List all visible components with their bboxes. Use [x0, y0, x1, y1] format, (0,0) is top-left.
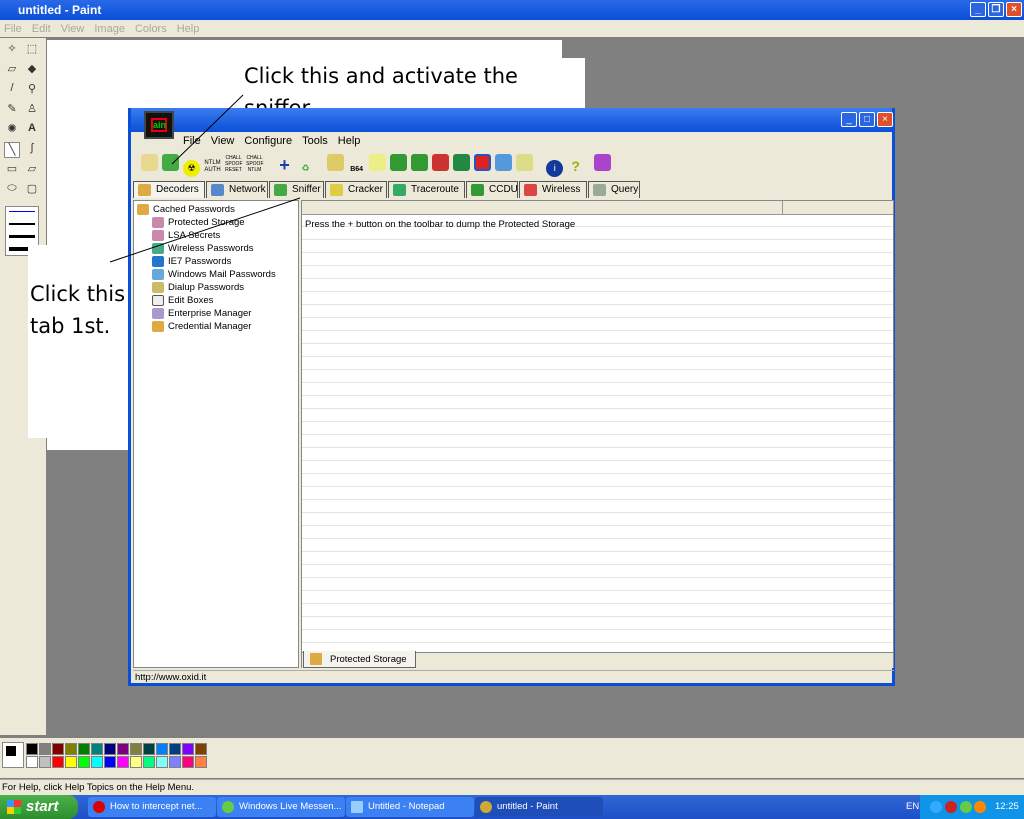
- pointer-line-top: [171, 94, 244, 165]
- callout-pointer-lines: [109, 94, 301, 263]
- pointer-line-left: [109, 197, 301, 263]
